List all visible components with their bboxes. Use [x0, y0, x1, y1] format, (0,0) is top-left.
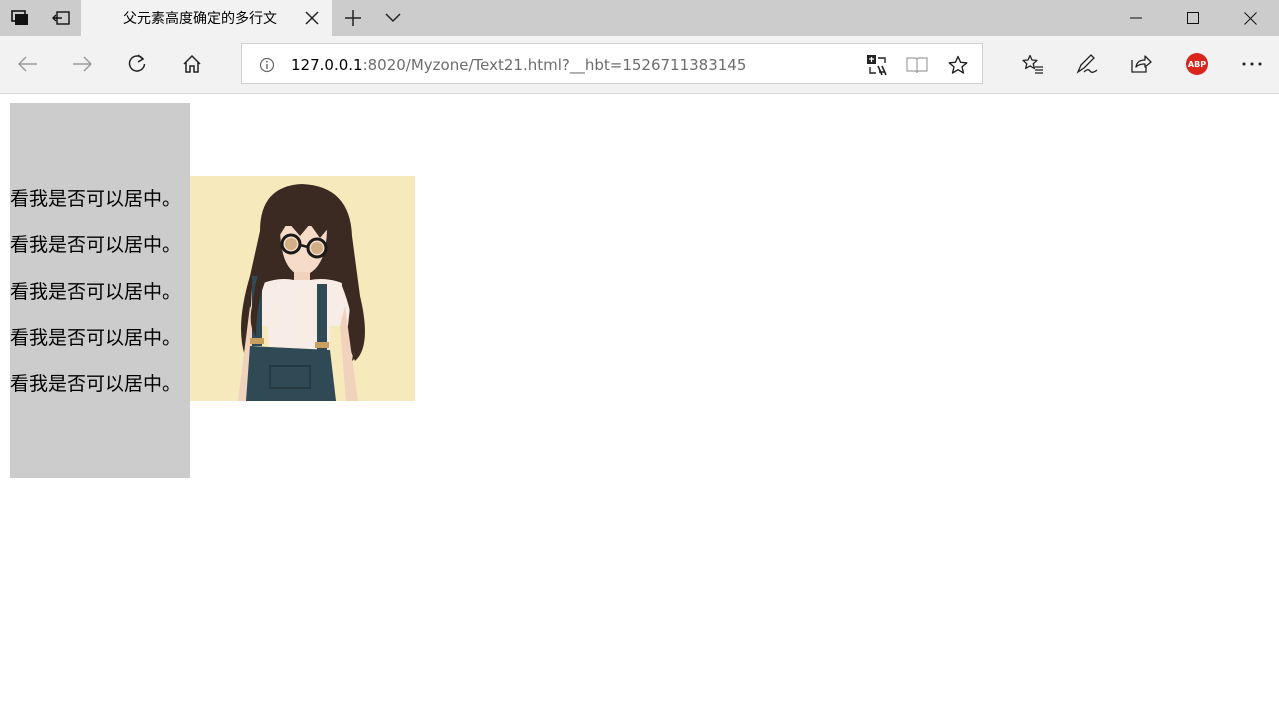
- maximize-icon: [1187, 12, 1199, 24]
- web-note-button[interactable]: [1071, 48, 1103, 80]
- new-tab-button[interactable]: [339, 0, 367, 36]
- tab-stack-icon[interactable]: [4, 0, 36, 36]
- text-line: 看我是否可以居中。: [10, 373, 182, 396]
- more-icon: [1242, 62, 1262, 66]
- minimize-button[interactable]: [1113, 0, 1159, 36]
- share-icon: [1131, 55, 1152, 73]
- favorites-list-icon: [1022, 54, 1043, 74]
- text-line: 看我是否可以居中。: [10, 280, 182, 303]
- adblock-plus-button[interactable]: ABP: [1181, 48, 1213, 80]
- home-button[interactable]: [176, 48, 208, 80]
- favorites-hub-button[interactable]: [1017, 48, 1049, 80]
- browser-toolbar: 127.0.0.1:8020/Myzone/Text21.html?__hbt=…: [0, 36, 1279, 94]
- text-line: 看我是否可以居中。: [10, 188, 182, 210]
- fixed-height-parent: 看我是否可以居中。 看我是否可以居中。 看我是否可以居中。 看我是否可以居中。 …: [10, 103, 415, 478]
- url-path: :8020/Myzone/Text21.html?__hbt=152671138…: [362, 56, 747, 74]
- adblock-plus-icon: ABP: [1186, 53, 1208, 75]
- text-line: 看我是否可以居中。: [10, 234, 182, 257]
- close-window-button[interactable]: [1227, 0, 1273, 36]
- refresh-icon: [128, 54, 146, 72]
- maximize-button[interactable]: [1170, 0, 1216, 36]
- more-settings-button[interactable]: [1236, 48, 1268, 80]
- close-icon: [1243, 11, 1257, 25]
- share-button[interactable]: [1125, 48, 1157, 80]
- url-host: 127.0.0.1: [291, 56, 363, 74]
- set-tabs-aside-icon[interactable]: [44, 0, 78, 36]
- address-bar[interactable]: 127.0.0.1:8020/Myzone/Text21.html?__hbt=…: [241, 43, 983, 84]
- girl-illustration: [190, 176, 415, 401]
- reading-view-icon[interactable]: [904, 52, 930, 78]
- tab-preview-button[interactable]: [380, 0, 406, 36]
- plus-icon: [345, 10, 361, 26]
- translate-icon[interactable]: [864, 52, 890, 78]
- url-text: 127.0.0.1:8020/Myzone/Text21.html?__hbt=…: [291, 56, 746, 74]
- multiline-text: 看我是否可以居中。 看我是否可以居中。 看我是否可以居中。 看我是否可以居中。 …: [10, 186, 210, 417]
- chevron-down-icon: [385, 13, 401, 23]
- forward-button[interactable]: [66, 48, 98, 80]
- minimize-icon: [1130, 17, 1142, 19]
- favorite-star-icon[interactable]: [945, 52, 971, 78]
- site-info-icon[interactable]: [254, 52, 280, 78]
- text-line: 看我是否可以居中。: [10, 326, 182, 349]
- refresh-button[interactable]: [121, 48, 153, 80]
- arrow-right-icon: [73, 56, 92, 72]
- title-bar: 父元素高度确定的多行文: [0, 0, 1279, 36]
- active-tab[interactable]: 父元素高度确定的多行文: [81, 0, 332, 36]
- page-viewport: 看我是否可以居中。 看我是否可以居中。 看我是否可以居中。 看我是否可以居中。 …: [0, 94, 1279, 722]
- arrow-left-icon: [18, 56, 37, 72]
- home-icon: [183, 54, 201, 73]
- pen-icon: [1076, 54, 1098, 74]
- close-tab-button[interactable]: [300, 6, 324, 30]
- close-icon: [305, 11, 319, 25]
- back-button[interactable]: [12, 48, 44, 80]
- tab-title: 父元素高度确定的多行文: [123, 11, 277, 27]
